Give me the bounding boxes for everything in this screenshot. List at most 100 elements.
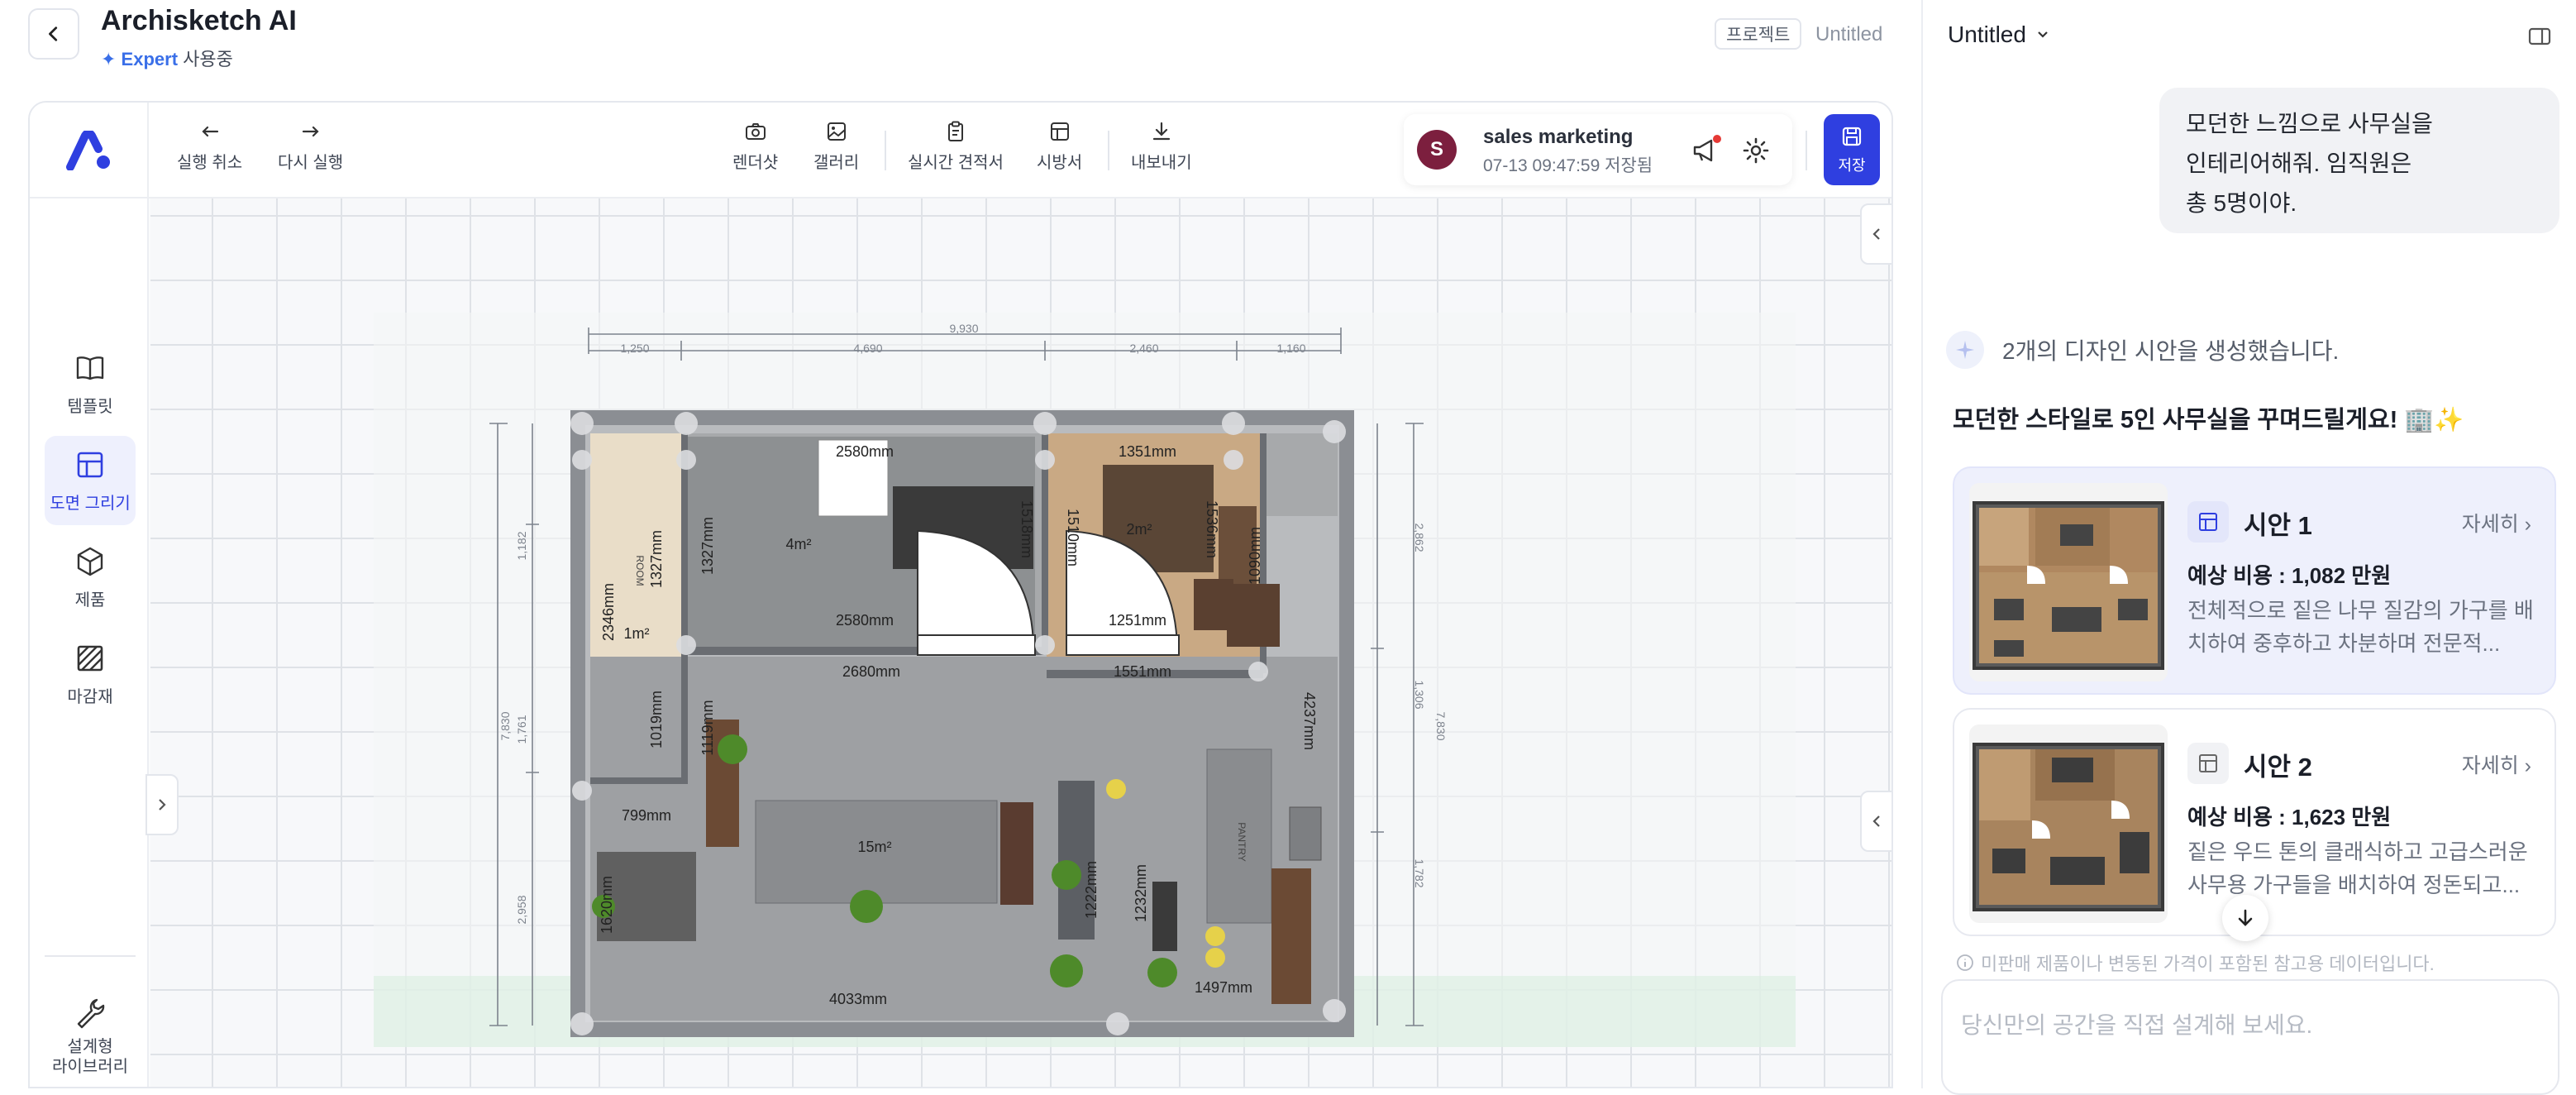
measure-label: 1551mm: [1114, 663, 1171, 680]
chevron-left-icon: [1872, 228, 1880, 240]
floorplan-icon: [2187, 743, 2229, 784]
redo-button[interactable]: 다시 실행: [278, 119, 343, 173]
nav-library[interactable]: 설계형 라이브러리: [45, 983, 136, 1087]
megaphone-icon: [1693, 135, 1721, 162]
measure-label: 1327mm: [648, 530, 665, 588]
expand-sidebar-button[interactable]: [145, 774, 179, 835]
render-label: 렌더샷: [732, 154, 779, 172]
chat-input-box[interactable]: [1941, 979, 2559, 1095]
toolbar: 실행 취소 다시 실행 렌더샷 갤러리 실시간 견적서 시방서 내보내기 S s…: [30, 103, 1891, 198]
user-card: S sales marketing 07-13 09:47:59 저장됨: [1404, 114, 1792, 185]
plan-status: ✦ Expert 사용중: [101, 45, 233, 71]
render-button[interactable]: 렌더샷: [732, 119, 778, 173]
redo-label: 다시 실행: [278, 154, 344, 172]
settings-button[interactable]: [1741, 136, 1771, 170]
chevron-right-icon: ›: [2524, 513, 2531, 536]
collapse-toolbar-button[interactable]: [1860, 203, 1891, 265]
nav-finish[interactable]: 마감재: [45, 629, 136, 719]
back-button[interactable]: [28, 8, 79, 60]
save-button[interactable]: 저장: [1824, 114, 1880, 185]
room-label: PANTRY: [1236, 822, 1247, 862]
side-nav: 템플릿 도면 그리기 제품 마감재 설계형 라이브러리: [30, 198, 149, 1087]
expand-panel-button[interactable]: [1860, 791, 1891, 852]
grid-doc-icon: [1050, 122, 1069, 141]
gallery-button[interactable]: 갤러리: [813, 119, 859, 173]
arrow-left-icon: [202, 126, 218, 137]
toolbar-divider: [1806, 131, 1807, 170]
dim-top: 1,250: [620, 342, 649, 355]
estimate-button[interactable]: 실시간 견적서: [908, 119, 1004, 173]
nav-template[interactable]: 템플릿: [45, 339, 136, 428]
scroll-down-button[interactable]: [2222, 895, 2268, 941]
measure-label: 2680mm: [842, 663, 900, 680]
spec-button[interactable]: 시방서: [1037, 119, 1082, 173]
ai-sparkle-icon: [1946, 331, 1984, 369]
ai-status-text: 2개의 디자인 시안을 생성했습니다.: [2002, 338, 2340, 364]
ai-chat-panel: Untitled 모던한 느낌으로 사무실을 인테리어해줘. 임직원은 총 5명…: [1921, 0, 2576, 1095]
toolbar-divider: [885, 131, 886, 170]
nav-library-label: 설계형 라이브러리: [52, 1038, 128, 1076]
dim-total: 9,930: [949, 322, 978, 335]
toolbar-divider: [1108, 131, 1109, 170]
card-detail-link[interactable]: 자세히 ›: [2462, 749, 2531, 779]
measure-label: 2580mm: [836, 612, 894, 629]
card-description: 짙은 우드 톤의 클래식하고 고급스러운 사무용 가구들을 배치하여 정돈되고.…: [2187, 839, 2528, 897]
project-name[interactable]: Untitled: [1815, 23, 1882, 46]
panel-title[interactable]: Untitled: [1948, 22, 2051, 48]
nav-floorplan[interactable]: 도면 그리기: [45, 436, 136, 525]
floor-plan[interactable]: 9,930 1,250 4,690 2,460 1,160 1,182 1,76…: [334, 308, 1804, 1049]
dim-left-outer: 7,830: [499, 711, 512, 740]
wrench-icon: [77, 998, 105, 1029]
chevron-left-icon: [1872, 815, 1880, 827]
room-label: ROOM: [634, 555, 646, 586]
ai-status: 2개의 디자인 시안을 생성했습니다.: [1946, 331, 2339, 369]
layout-toggle-button[interactable]: [2526, 23, 2553, 54]
area-label: 2m²: [1127, 521, 1152, 538]
ai-reply: 모던한 스타일로 5인 사무실을 꾸며드릴게요! 🏢✨: [1953, 407, 2464, 433]
chevron-right-icon: [159, 799, 166, 810]
measure-label: 1620mm: [599, 876, 615, 934]
saved-status: 07-13 09:47:59 저장됨: [1483, 156, 1653, 175]
nav-template-label: 템플릿: [67, 397, 113, 416]
dim-left: 1,182: [515, 531, 528, 560]
image-icon: [827, 122, 846, 141]
undo-button[interactable]: 실행 취소: [177, 119, 242, 173]
app-title: Archisketch AI: [101, 5, 297, 36]
avatar[interactable]: S: [1417, 130, 1457, 170]
card-cost: 예상 비용 : 1,623 만원: [2187, 805, 2392, 830]
measure-label: 1232mm: [1133, 864, 1149, 922]
measure-label: 1090mm: [1247, 527, 1263, 585]
user-name: sales marketing: [1483, 126, 1634, 148]
hatch-icon: [77, 645, 103, 671]
floorplan-icon: [2187, 501, 2229, 543]
info-icon: [1957, 954, 1973, 971]
chat-input[interactable]: [1961, 1012, 2540, 1039]
area-label: 1m²: [624, 625, 650, 642]
arrow-right-icon: [302, 126, 319, 137]
estimate-label: 실시간 견적서: [908, 154, 1004, 172]
plan-suffix: 사용중: [183, 49, 233, 69]
panel-title-label: Untitled: [1948, 22, 2026, 47]
measure-label: 1327mm: [699, 517, 716, 575]
card-detail-link[interactable]: 자세히 ›: [2462, 508, 2531, 538]
card-description: 전체적으로 짙은 나무 질감의 가구를 배치하여 중후하고 차분하며 전문적..…: [2187, 598, 2534, 656]
arrow-down-icon: [2238, 909, 2253, 926]
archisketch-logo[interactable]: [30, 103, 149, 198]
save-icon: [1842, 127, 1862, 146]
export-button[interactable]: 내보내기: [1131, 119, 1192, 173]
design-thumbnail: [1969, 483, 2168, 681]
gallery-label: 갤러리: [813, 154, 860, 172]
measure-label: 1351mm: [1119, 443, 1176, 460]
camera-icon: [745, 123, 766, 140]
announcement-button[interactable]: [1690, 134, 1723, 171]
design-option-card[interactable]: 시안 1 자세히 › 예상 비용 : 1,082 만원 전체적으로 짙은 나무 …: [1953, 466, 2556, 695]
area-label: 4m²: [786, 536, 812, 552]
dim-top: 2,460: [1129, 342, 1158, 355]
clipboard-icon: [947, 121, 963, 141]
nav-product[interactable]: 제품: [45, 533, 136, 622]
floorplan-icon: [77, 452, 103, 477]
book-icon: [76, 356, 104, 380]
nav-divider: [45, 955, 136, 957]
user-message: 모던한 느낌으로 사무실을 인테리어해줘. 임직원은 총 5명이야.: [2159, 88, 2559, 233]
measure-label: 1019mm: [648, 691, 665, 748]
